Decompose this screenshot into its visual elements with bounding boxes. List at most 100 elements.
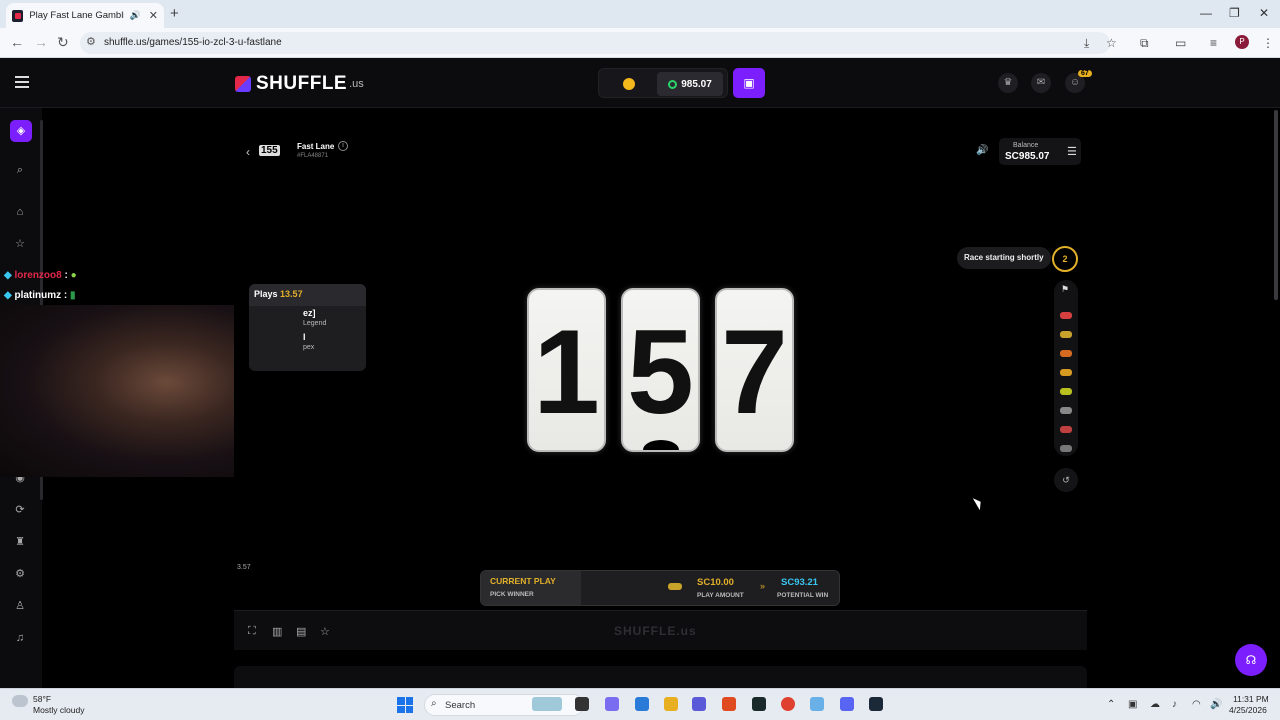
page-scrollbar[interactable]: [1274, 110, 1278, 300]
search-highlight-icon[interactable]: [532, 697, 562, 711]
flag-icon[interactable]: ⚑: [1061, 284, 1069, 295]
live-support-button[interactable]: ☊: [1235, 644, 1267, 676]
casino-icon[interactable]: ◈: [10, 120, 32, 142]
restore-icon[interactable]: ❐: [1229, 6, 1240, 20]
info-icon[interactable]: i: [338, 141, 348, 151]
racer-car-icon[interactable]: [1060, 350, 1072, 357]
sidebar-toggle-icon[interactable]: ▭: [1175, 36, 1186, 50]
media-icon[interactable]: ≡: [1210, 36, 1217, 50]
windows-start-icon[interactable]: [397, 697, 413, 713]
chat-badge-icon: ◆: [4, 270, 12, 281]
wallet-balance-group: 985.07: [598, 68, 728, 98]
plays-row: l: [303, 332, 306, 342]
task-view-icon[interactable]: [575, 697, 589, 711]
new-tab-button[interactable]: +: [170, 5, 179, 22]
weather-desc[interactable]: Mostly cloudy: [33, 705, 85, 715]
app-icon[interactable]: [752, 697, 766, 711]
extensions-icon[interactable]: ⧉: [1140, 36, 1149, 51]
balance-label: Balance: [1013, 142, 1039, 149]
sound-icon[interactable]: 🔊: [976, 145, 988, 156]
header-balance: 985.07: [681, 78, 712, 90]
support-icon[interactable]: ♫: [12, 630, 28, 646]
countdown-digit: 7: [715, 288, 794, 452]
windows-taskbar: 58°F Mostly cloudy ⌕ Search ⌃ ▣ ☁ ♪ ◠ 🔊 …: [0, 688, 1280, 720]
racer-car-icon[interactable]: [1060, 312, 1072, 319]
steam-icon[interactable]: [869, 697, 883, 711]
minimize-icon[interactable]: —: [1200, 6, 1212, 20]
gold-coin-icon[interactable]: [623, 78, 635, 90]
chrome-icon[interactable]: [781, 697, 795, 711]
speaker-icon[interactable]: 🔊: [130, 10, 141, 21]
copilot-icon[interactable]: [605, 697, 619, 711]
wifi-icon[interactable]: ◠: [1192, 699, 1201, 710]
url-field[interactable]: ⚙ shuffle.us/games/155-io-zcl-3-u-fastla…: [80, 32, 1110, 54]
chat-icon[interactable]: ✉: [1031, 73, 1051, 93]
wallet-icon: ▣: [743, 76, 755, 90]
digit-notch: [643, 440, 679, 450]
brave-icon[interactable]: [722, 697, 736, 711]
teams-icon[interactable]: [692, 697, 706, 711]
potential-win-label: POTENTIAL WIN: [777, 592, 829, 599]
racer-car-icon[interactable]: [1060, 407, 1072, 414]
clock-date[interactable]: 4/25/2026: [1229, 705, 1267, 715]
clock-time[interactable]: 11:31 PM: [1233, 694, 1269, 704]
promotions-icon[interactable]: ⟳: [12, 502, 28, 518]
game-menu-icon[interactable]: ☰: [1067, 145, 1077, 158]
racer-car-icon[interactable]: [1060, 331, 1072, 338]
network-icon[interactable]: ☁: [1150, 699, 1160, 710]
chat-message: ◆ lorenzoo8 : ●: [4, 270, 77, 281]
weather-temp[interactable]: 58°F: [33, 694, 51, 704]
history-icon[interactable]: ↺: [1054, 468, 1078, 492]
plays-label: Plays: [254, 289, 278, 299]
site-logo[interactable]: SHUFFLE .us: [235, 73, 364, 95]
settings-icon[interactable]: ⚙: [12, 566, 28, 582]
affiliate-icon[interactable]: ♙: [12, 598, 28, 614]
racer-car-icon[interactable]: [1060, 426, 1072, 433]
racer-car-icon[interactable]: [1060, 388, 1072, 395]
file-explorer-icon[interactable]: [664, 697, 678, 711]
window-close-icon[interactable]: ✕: [1259, 6, 1269, 20]
app-icon[interactable]: [810, 697, 824, 711]
favorite-star-icon[interactable]: ☆: [320, 625, 330, 638]
selected-car-icon: [668, 583, 682, 590]
tray-app-icon[interactable]: ▣: [1128, 699, 1137, 710]
browser-tab[interactable]: Play Fast Lane Gambling Ga 🔊 ✕: [6, 3, 164, 28]
store-icon[interactable]: [635, 697, 649, 711]
back-icon[interactable]: ←: [10, 34, 24, 50]
mic-icon[interactable]: ♪: [1172, 699, 1177, 710]
logo-text: SHUFFLE: [256, 73, 348, 94]
balance-selector[interactable]: 985.07: [657, 72, 723, 96]
browser-menu-icon[interactable]: ⋮: [1262, 36, 1274, 50]
close-tab-icon[interactable]: ✕: [149, 9, 158, 22]
bookmark-star-icon[interactable]: ☆: [1106, 36, 1117, 50]
install-icon[interactable]: ⤓: [1084, 36, 1089, 51]
site-info-icon[interactable]: ⚙: [86, 35, 96, 48]
discord-icon[interactable]: [840, 697, 854, 711]
back-arrow-icon[interactable]: ‹: [246, 145, 250, 159]
wallet-button[interactable]: ▣: [733, 68, 765, 98]
forward-icon[interactable]: →: [34, 34, 48, 50]
reload-icon[interactable]: ↻: [57, 34, 69, 51]
search-icon: ⌕: [431, 698, 437, 709]
hamburger-menu-icon[interactable]: [15, 76, 29, 88]
volume-icon[interactable]: 🔊: [1210, 699, 1222, 710]
taskbar-search-placeholder: Search: [445, 700, 476, 711]
profile-avatar[interactable]: P: [1235, 35, 1249, 49]
fullscreen-icon[interactable]: ⛶: [248, 625, 256, 638]
game-title: Fast Lane: [297, 142, 335, 151]
home-icon[interactable]: ⌂: [12, 204, 28, 220]
vip-icon[interactable]: ♜: [12, 534, 28, 550]
chevron-up-icon[interactable]: ⌃: [1107, 699, 1115, 710]
search-icon[interactable]: ⌕: [12, 162, 28, 178]
chat-message: ◆ platinumz : ▮: [4, 290, 76, 301]
current-play-title: CURRENT PLAY: [490, 576, 556, 586]
favorites-icon[interactable]: ☆: [12, 236, 28, 252]
racer-car-icon[interactable]: [1060, 369, 1072, 376]
logo-tld: .us: [349, 78, 364, 90]
cloud-icon[interactable]: [12, 695, 28, 707]
mexico-flag-icon: ▮: [70, 290, 76, 301]
theatre-mode-icon[interactable]: ▥: [272, 625, 282, 638]
rewards-icon[interactable]: ♛: [998, 73, 1018, 93]
stats-icon[interactable]: ▤: [296, 625, 306, 638]
racer-car-icon[interactable]: [1060, 445, 1072, 452]
